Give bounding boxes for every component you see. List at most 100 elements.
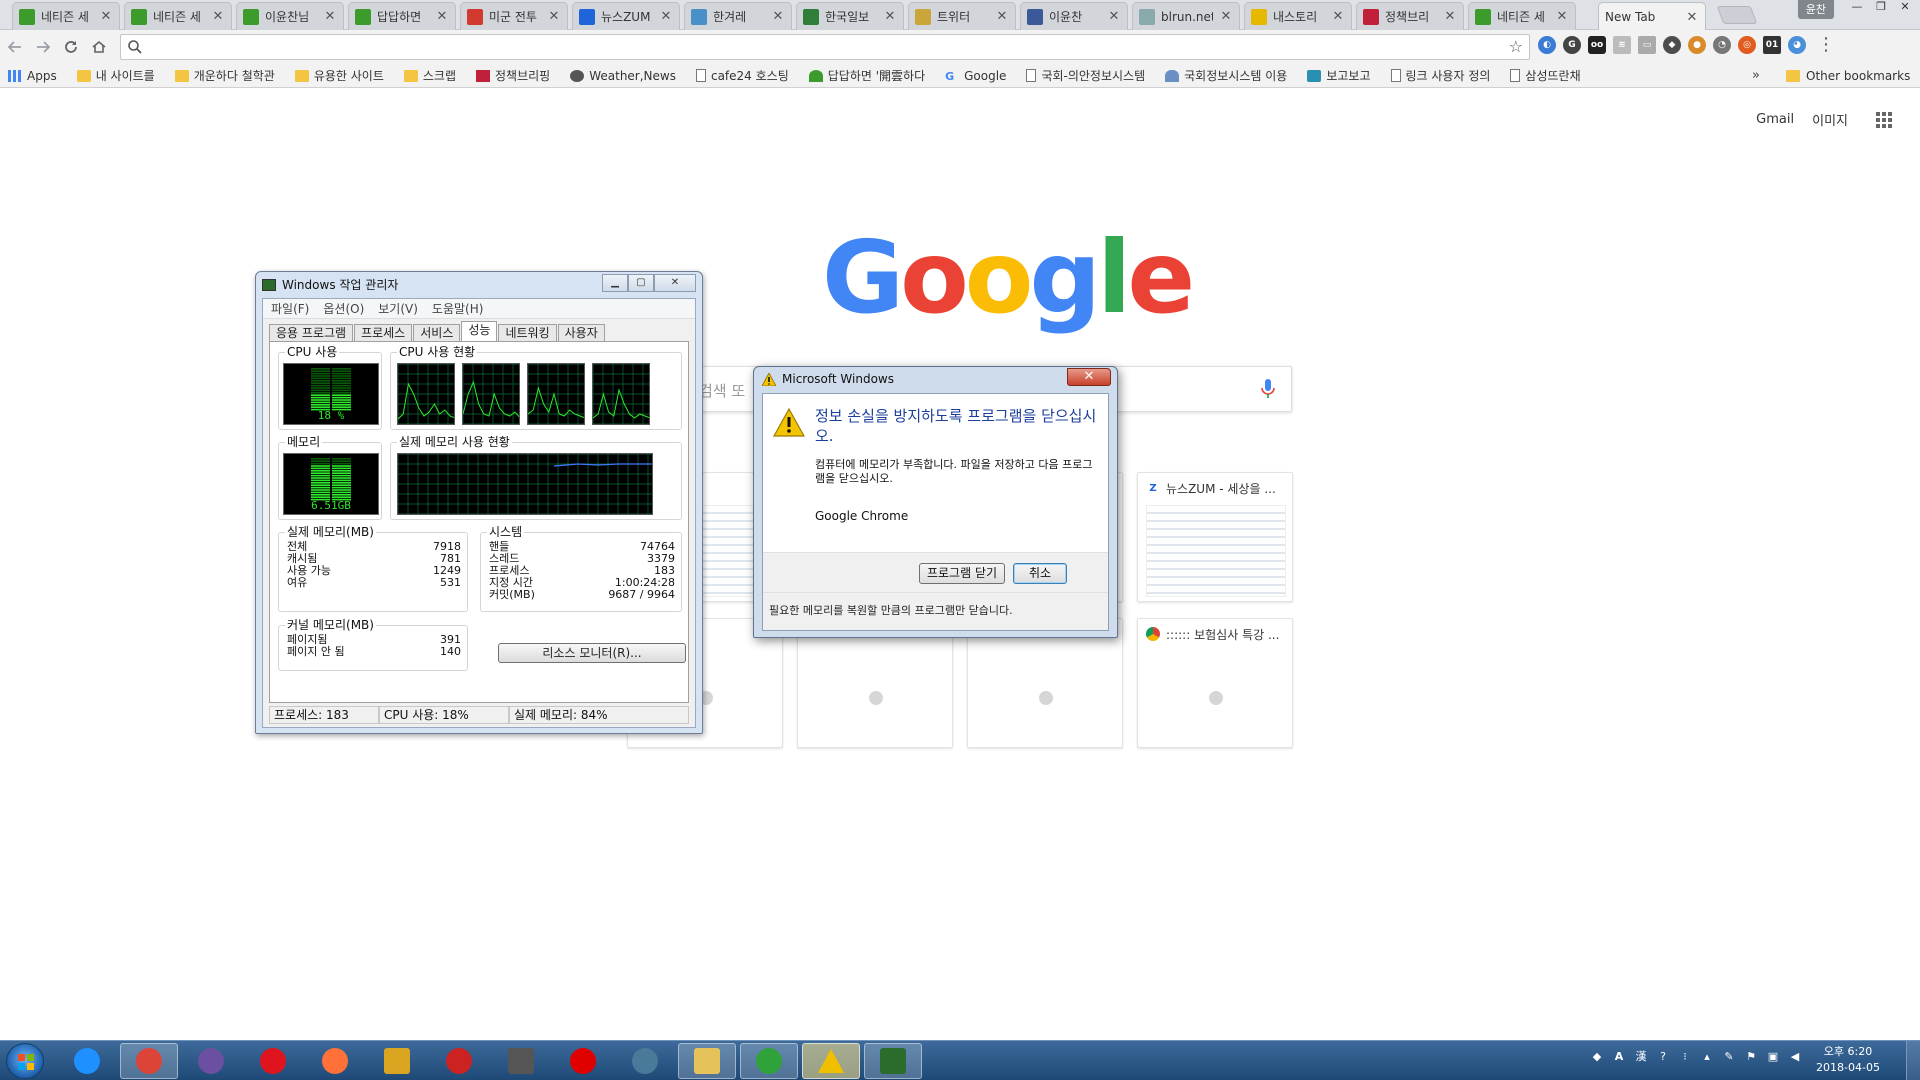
bookmark-item[interactable]: Apps — [8, 69, 57, 83]
browser-tab[interactable]: 내스토리 ✕ — [1244, 2, 1352, 30]
reload-button[interactable] — [58, 34, 84, 60]
browser-tab[interactable]: blrun.net ✕ — [1132, 2, 1240, 30]
bookmark-star-icon[interactable]: ☆ — [1509, 37, 1523, 56]
tab-close-icon[interactable]: ✕ — [771, 9, 785, 24]
start-button[interactable] — [6, 1043, 44, 1079]
taskbar-item-ie[interactable] — [58, 1043, 116, 1079]
bookmark-item[interactable]: 보고보고 — [1307, 67, 1371, 84]
tm-close-button[interactable]: ✕ — [654, 274, 696, 292]
puzzle-icon[interactable]: ◆ — [1663, 36, 1681, 54]
gmail-link[interactable]: Gmail — [1756, 112, 1794, 127]
cancel-button[interactable]: 취소 — [1013, 563, 1067, 584]
bookmark-item[interactable]: cafe24 호스팅 — [695, 67, 789, 84]
tab-close-icon[interactable]: ✕ — [1443, 9, 1457, 24]
tm-menu-item[interactable]: 파일(F) — [271, 300, 309, 317]
volume-icon[interactable]: ◀ — [1788, 1049, 1802, 1063]
dialog-titlebar[interactable]: Microsoft Windows — [762, 372, 894, 386]
forward-button[interactable] — [30, 34, 56, 60]
bookmark-item[interactable]: 개운하다 철학관 — [174, 67, 275, 84]
tab-close-icon[interactable]: ✕ — [995, 9, 1009, 24]
taskbar-item-tool[interactable] — [368, 1043, 426, 1079]
task-manager-titlebar[interactable]: Windows 작업 관리자 — [262, 276, 398, 293]
tm-tab[interactable]: 사용자 — [557, 324, 605, 342]
bookmark-item[interactable]: Weather,News — [570, 69, 676, 83]
home-button[interactable] — [86, 34, 112, 60]
bookmark-item[interactable]: G Google — [945, 69, 1006, 83]
taskbar-item-pokeball[interactable] — [430, 1043, 488, 1079]
tm-menu-item[interactable]: 옵션(O) — [323, 300, 364, 317]
browser-tab[interactable]: 이윤찬 ✕ — [1020, 2, 1128, 30]
bookmark-item[interactable]: 정책브리핑 — [476, 67, 550, 84]
tab-close-icon[interactable]: ✕ — [1331, 9, 1345, 24]
bookmark-item[interactable]: 국회-의안정보시스템 — [1026, 67, 1145, 84]
tab-close-icon[interactable]: ✕ — [1219, 9, 1233, 24]
browser-tab[interactable]: 네티즌 세 ✕ — [1468, 2, 1576, 30]
browser-tab[interactable]: New Tab ✕ — [1598, 2, 1706, 31]
bookmark-item[interactable]: 국회정보시스템 이용 — [1165, 67, 1287, 84]
show-desktop-button[interactable] — [1906, 1041, 1920, 1080]
bookmark-item[interactable]: 삼성뜨란채 — [1510, 67, 1581, 84]
taskbar-item-s-app[interactable] — [182, 1043, 240, 1079]
browser-tab[interactable]: 정책브리 ✕ — [1356, 2, 1464, 30]
bookmarks-overflow-button[interactable]: » — [1752, 68, 1760, 83]
chevron-up-icon[interactable]: ▴ — [1700, 1049, 1714, 1063]
tm-tab[interactable]: 프로세스 — [354, 324, 413, 342]
network-icon[interactable]: ▣ — [1766, 1049, 1780, 1063]
tm-tab[interactable]: 서비스 — [413, 324, 461, 342]
tm-tab[interactable]: 응용 프로그램 — [269, 324, 354, 342]
extension-icon[interactable]: ▭ — [1638, 36, 1656, 54]
pen-icon[interactable]: ✎ — [1722, 1049, 1736, 1063]
feed-icon[interactable]: ◎ — [1738, 36, 1756, 54]
tm-maximize-button[interactable]: ▢ — [628, 274, 654, 292]
low-memory-dialog[interactable]: Microsoft Windows ✕ 정보 손실을 방지하도록 프로그램을 닫… — [753, 366, 1118, 638]
browser-tab[interactable]: 네티즌 세 ✕ — [124, 2, 232, 30]
menu-dots-icon[interactable]: ⋮ — [1817, 36, 1835, 54]
browser-tab[interactable]: 이윤찬님 ✕ — [236, 2, 344, 30]
browser-tab[interactable]: 미군 전투 ✕ — [460, 2, 568, 30]
globe-icon[interactable]: ◕ — [1788, 36, 1806, 54]
resource-monitor-button[interactable]: 리소스 모니터(R)... — [498, 643, 686, 663]
browser-tab[interactable]: 답답하면 ✕ — [348, 2, 456, 30]
browser-tab[interactable]: 네티즌 세 ✕ — [12, 2, 120, 30]
tab-close-icon[interactable]: ✕ — [659, 9, 673, 24]
browser-tab[interactable]: 뉴스ZUM ✕ — [572, 2, 680, 30]
rss-icon[interactable]: ≋ — [1613, 36, 1631, 54]
bookmark-item[interactable]: 유용한 사이트 — [294, 67, 384, 84]
browser-tab[interactable]: 한국일보 ✕ — [796, 2, 904, 30]
most-visited-tile[interactable]: :::::: 보험심사 특강 ... — [1137, 618, 1293, 748]
task-manager-window[interactable]: Windows 작업 관리자 ▁ ▢ ✕ 파일(F) 옵션(O) 보기(V) 도움말(… — [255, 271, 703, 734]
flag-icon[interactable]: ⚑ — [1744, 1049, 1758, 1063]
taskbar-item-explorer[interactable] — [678, 1043, 736, 1079]
taskbar-item-record[interactable] — [554, 1043, 612, 1079]
shield-icon[interactable]: ◆ — [1590, 1049, 1604, 1063]
tab-close-icon[interactable]: ✕ — [323, 9, 337, 24]
bookmark-item[interactable]: 답답하면 '開雲하다 — [808, 67, 925, 84]
microphone-icon[interactable] — [1261, 379, 1275, 399]
tab-close-icon[interactable]: ✕ — [883, 9, 897, 24]
minimize-button[interactable]: — — [1846, 0, 1868, 16]
tab-close-icon[interactable]: ✕ — [547, 9, 561, 24]
most-visited-tile[interactable]: Z 뉴스ZUM - 세상을 ... — [1137, 472, 1293, 602]
profile-button[interactable]: 윤찬 — [1797, 0, 1834, 19]
back-button[interactable] — [2, 34, 28, 60]
ime-hanja-icon[interactable]: 漢 — [1634, 1049, 1648, 1063]
glasses-icon[interactable]: oo — [1588, 36, 1606, 54]
ime-alpha-icon[interactable]: A — [1612, 1049, 1626, 1063]
taskbar-item-warning[interactable] — [802, 1043, 860, 1079]
cookie-icon[interactable]: ● — [1688, 36, 1706, 54]
maximize-button[interactable]: ❐ — [1870, 0, 1892, 16]
tab-close-icon[interactable]: ✕ — [1555, 9, 1569, 24]
taskbar-item-chrome[interactable] — [120, 1043, 178, 1079]
bookmark-item[interactable]: 스크랩 — [403, 67, 456, 84]
taskbar-item-opera[interactable] — [244, 1043, 302, 1079]
tab-close-icon[interactable]: ✕ — [1685, 10, 1699, 25]
tab-close-icon[interactable]: ✕ — [435, 9, 449, 24]
binary-icon[interactable]: 01 — [1763, 36, 1781, 54]
close-window-button[interactable]: ✕ — [1894, 0, 1916, 16]
tm-menu-item[interactable]: 보기(V) — [378, 300, 418, 317]
browser-tab[interactable]: 한겨레 ✕ — [684, 2, 792, 30]
tm-tab[interactable]: 네트워킹 — [498, 324, 557, 342]
taskbar-item-book[interactable] — [492, 1043, 550, 1079]
extension-icon[interactable]: G — [1563, 36, 1581, 54]
close-program-button[interactable]: 프로그램 닫기 — [919, 563, 1005, 584]
